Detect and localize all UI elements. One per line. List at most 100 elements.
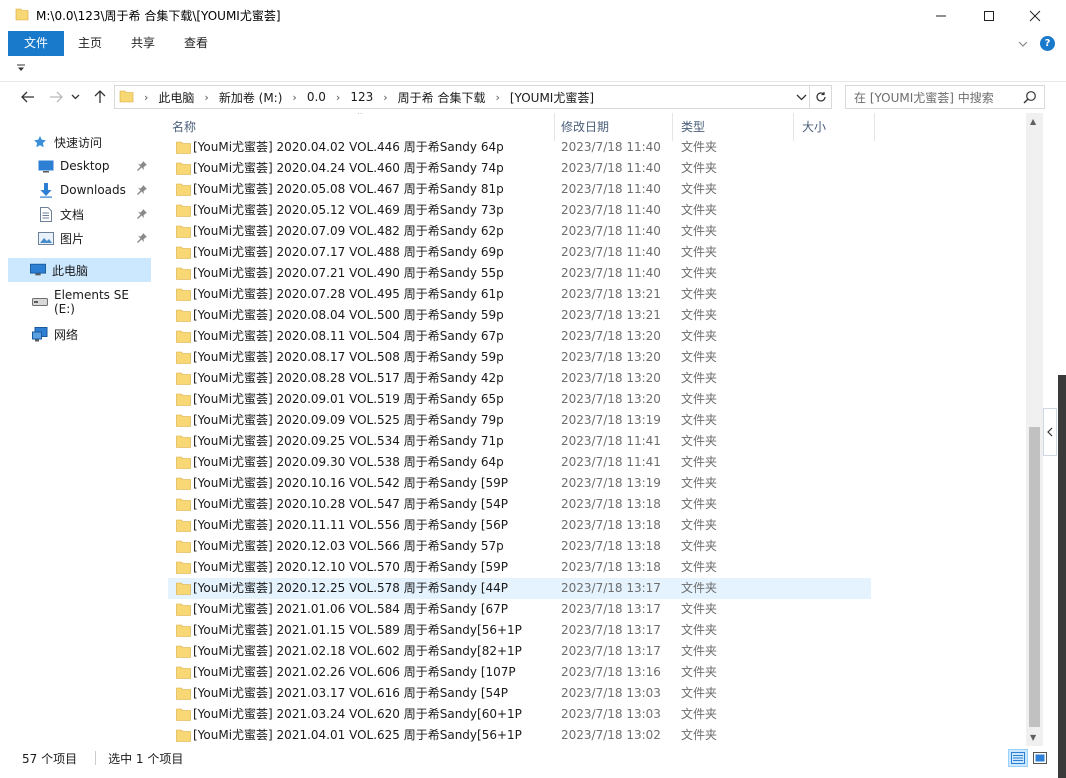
vertical-scrollbar[interactable]: ▲ ▼	[1026, 113, 1043, 746]
file-type: 文件夹	[681, 371, 718, 385]
file-name: [YouMi尤蜜荟] 2020.08.28 VOL.517 周于希Sandy 4…	[193, 371, 504, 385]
breadcrumb-chevron-icon[interactable]: ›	[336, 91, 340, 104]
file-row[interactable]: [YouMi尤蜜荟] 2021.03.24 VOL.620 周于希Sandy[6…	[168, 704, 871, 725]
breadcrumb-chevron-icon[interactable]: ›	[204, 91, 208, 104]
file-row[interactable]: [YouMi尤蜜荟] 2020.08.11 VOL.504 周于希Sandy 6…	[168, 326, 871, 347]
breadcrumb-current-folder[interactable]: [YOUMI尤蜜荟]	[510, 89, 594, 106]
sidebar-item-elements-drive[interactable]: Elements SE (E:)	[8, 288, 151, 316]
file-row[interactable]: [YouMi尤蜜荟] 2020.05.12 VOL.469 周于希Sandy 7…	[168, 200, 871, 221]
details-view-button[interactable]	[1008, 749, 1028, 767]
file-row[interactable]: [YouMi尤蜜荟] 2021.02.26 VOL.606 周于希Sandy […	[168, 662, 871, 683]
file-row[interactable]: [YouMi尤蜜荟] 2020.09.30 VOL.538 周于希Sandy 6…	[168, 452, 871, 473]
file-type: 文件夹	[681, 455, 718, 469]
address-dropdown-icon[interactable]	[796, 90, 807, 107]
search-box[interactable]: 在 [YOUMI尤蜜荟] 中搜索	[845, 85, 1045, 109]
file-row[interactable]: [YouMi尤蜜荟] 2020.09.01 VOL.519 周于希Sandy 6…	[168, 389, 871, 410]
folder-icon	[176, 687, 191, 700]
close-button[interactable]	[1012, 0, 1058, 31]
pin-icon[interactable]	[137, 160, 147, 174]
help-icon[interactable]: ?	[1040, 36, 1055, 51]
file-row[interactable]: [YouMi尤蜜荟] 2020.08.17 VOL.508 周于希Sandy 5…	[168, 347, 871, 368]
sidebar-item-desktop[interactable]: Desktop	[8, 154, 151, 178]
side-panel-toggle[interactable]	[1043, 408, 1057, 456]
breadcrumb-chevron-icon[interactable]: ›	[292, 91, 296, 104]
file-name: [YouMi尤蜜荟] 2020.05.08 VOL.467 周于希Sandy 8…	[193, 182, 504, 196]
file-row[interactable]: [YouMi尤蜜荟] 2020.07.21 VOL.490 周于希Sandy 5…	[168, 263, 871, 284]
chevron-left-icon	[1047, 427, 1053, 437]
address-bar[interactable]: › 此电脑 › 新加卷 (M:) › 0.0 › 123 › 周于希 合集下载 …	[114, 85, 832, 109]
sidebar-item-this-pc[interactable]: 此电脑	[8, 258, 151, 282]
file-name: [YouMi尤蜜荟] 2020.07.28 VOL.495 周于希Sandy 6…	[193, 287, 504, 301]
file-row[interactable]: [YouMi尤蜜荟] 2020.10.16 VOL.542 周于希Sandy […	[168, 473, 871, 494]
sidebar-item-network[interactable]: 网络	[8, 322, 151, 346]
sidebar-item-documents[interactable]: 文档	[8, 202, 151, 226]
file-row[interactable]: [YouMi尤蜜荟] 2021.04.01 VOL.625 周于希Sandy[5…	[168, 725, 871, 746]
file-type: 文件夹	[681, 539, 718, 553]
file-row[interactable]: [YouMi尤蜜荟] 2020.04.24 VOL.460 周于希Sandy 7…	[168, 158, 871, 179]
scroll-up-icon[interactable]: ▲	[1030, 117, 1036, 126]
file-row[interactable]: [YouMi尤蜜荟] 2020.12.25 VOL.578 周于希Sandy […	[168, 578, 871, 599]
scrollbar-thumb[interactable]	[1029, 427, 1040, 727]
file-date: 2023/7/18 13:17	[561, 644, 661, 658]
maximize-button[interactable]	[966, 0, 1012, 31]
file-row[interactable]: [YouMi尤蜜荟] 2020.05.08 VOL.467 周于希Sandy 8…	[168, 179, 871, 200]
folder-icon	[176, 393, 191, 406]
forward-button[interactable]	[46, 87, 66, 107]
back-button[interactable]	[18, 87, 38, 107]
file-row[interactable]: [YouMi尤蜜荟] 2020.09.09 VOL.525 周于希Sandy 7…	[168, 410, 871, 431]
expand-ribbon-icon[interactable]	[1018, 37, 1028, 51]
sidebar-item-pictures[interactable]: 图片	[8, 226, 151, 250]
download-icon	[38, 182, 54, 198]
breadcrumb-folder-0-0[interactable]: 0.0	[307, 90, 326, 104]
up-button[interactable]	[90, 87, 110, 107]
breadcrumb-this-pc[interactable]: 此电脑	[158, 89, 194, 106]
file-row[interactable]: [YouMi尤蜜荟] 2020.11.11 VOL.556 周于希Sandy […	[168, 515, 871, 536]
window-title: M:\0.0\123\周于希 合集下载\[YOUMI尤蜜荟]	[36, 9, 281, 23]
back-arrow-icon	[21, 91, 34, 103]
sidebar-item-downloads[interactable]: Downloads	[8, 178, 151, 202]
picture-icon	[38, 230, 54, 246]
tab-share[interactable]: 共享	[125, 31, 161, 56]
search-icon[interactable]	[1023, 90, 1037, 107]
file-row[interactable]: [YouMi尤蜜荟] 2021.01.06 VOL.584 周于希Sandy […	[168, 599, 871, 620]
tab-file[interactable]: 文件	[8, 31, 64, 56]
file-row[interactable]: [YouMi尤蜜荟] 2021.03.17 VOL.616 周于希Sandy […	[168, 683, 871, 704]
breadcrumb-chevron-icon[interactable]: ›	[383, 91, 387, 104]
file-row[interactable]: [YouMi尤蜜荟] 2020.07.28 VOL.495 周于希Sandy 6…	[168, 284, 871, 305]
file-row[interactable]: [YouMi尤蜜荟] 2020.08.28 VOL.517 周于希Sandy 4…	[168, 368, 871, 389]
recent-locations-button[interactable]	[68, 87, 82, 107]
tab-view[interactable]: 查看	[178, 31, 214, 56]
refresh-button[interactable]	[809, 86, 831, 108]
breadcrumb-folder-collection[interactable]: 周于希 合集下载	[398, 89, 486, 106]
breadcrumb-folder-123[interactable]: 123	[350, 90, 373, 104]
file-name: [YouMi尤蜜荟] 2020.12.03 VOL.566 周于希Sandy 5…	[193, 539, 504, 553]
pin-icon[interactable]	[137, 184, 147, 198]
file-date: 2023/7/18 13:03	[561, 707, 661, 721]
tab-home[interactable]: 主页	[72, 31, 108, 56]
file-row[interactable]: [YouMi尤蜜荟] 2020.09.25 VOL.534 周于希Sandy 7…	[168, 431, 871, 452]
file-type: 文件夹	[681, 392, 718, 406]
file-row[interactable]: [YouMi尤蜜荟] 2020.08.04 VOL.500 周于希Sandy 5…	[168, 305, 871, 326]
large-icons-view-button[interactable]	[1030, 749, 1050, 767]
scroll-down-icon[interactable]: ▼	[1030, 733, 1036, 742]
forward-arrow-icon	[50, 91, 63, 103]
sidebar-item-quick-access[interactable]: 快速访问	[8, 130, 151, 154]
file-row[interactable]: [YouMi尤蜜荟] 2020.12.03 VOL.566 周于希Sandy 5…	[168, 536, 871, 557]
file-row[interactable]: [YouMi尤蜜荟] 2020.07.09 VOL.482 周于希Sandy 6…	[168, 221, 871, 242]
pin-icon[interactable]	[137, 232, 147, 246]
minimize-button[interactable]	[918, 0, 964, 31]
breadcrumb-drive[interactable]: 新加卷 (M:)	[219, 89, 283, 106]
folder-icon	[176, 141, 191, 154]
customize-toolbar-icon[interactable]	[17, 64, 25, 75]
breadcrumb-chevron-icon[interactable]: ›	[495, 91, 499, 104]
file-row[interactable]: [YouMi尤蜜荟] 2020.12.10 VOL.570 周于希Sandy […	[168, 557, 871, 578]
pin-icon[interactable]	[137, 208, 147, 222]
file-row[interactable]: [YouMi尤蜜荟] 2020.07.17 VOL.488 周于希Sandy 6…	[168, 242, 871, 263]
file-row[interactable]: [YouMi尤蜜荟] 2020.04.02 VOL.446 周于希Sandy 6…	[168, 137, 871, 158]
file-row[interactable]: [YouMi尤蜜荟] 2020.10.28 VOL.547 周于希Sandy […	[168, 494, 871, 515]
file-row[interactable]: [YouMi尤蜜荟] 2021.01.15 VOL.589 周于希Sandy[5…	[168, 620, 871, 641]
folder-icon	[176, 519, 191, 532]
star-icon	[32, 134, 48, 150]
breadcrumb-chevron-icon[interactable]: ›	[144, 91, 148, 104]
file-row[interactable]: [YouMi尤蜜荟] 2021.02.18 VOL.602 周于希Sandy[8…	[168, 641, 871, 662]
